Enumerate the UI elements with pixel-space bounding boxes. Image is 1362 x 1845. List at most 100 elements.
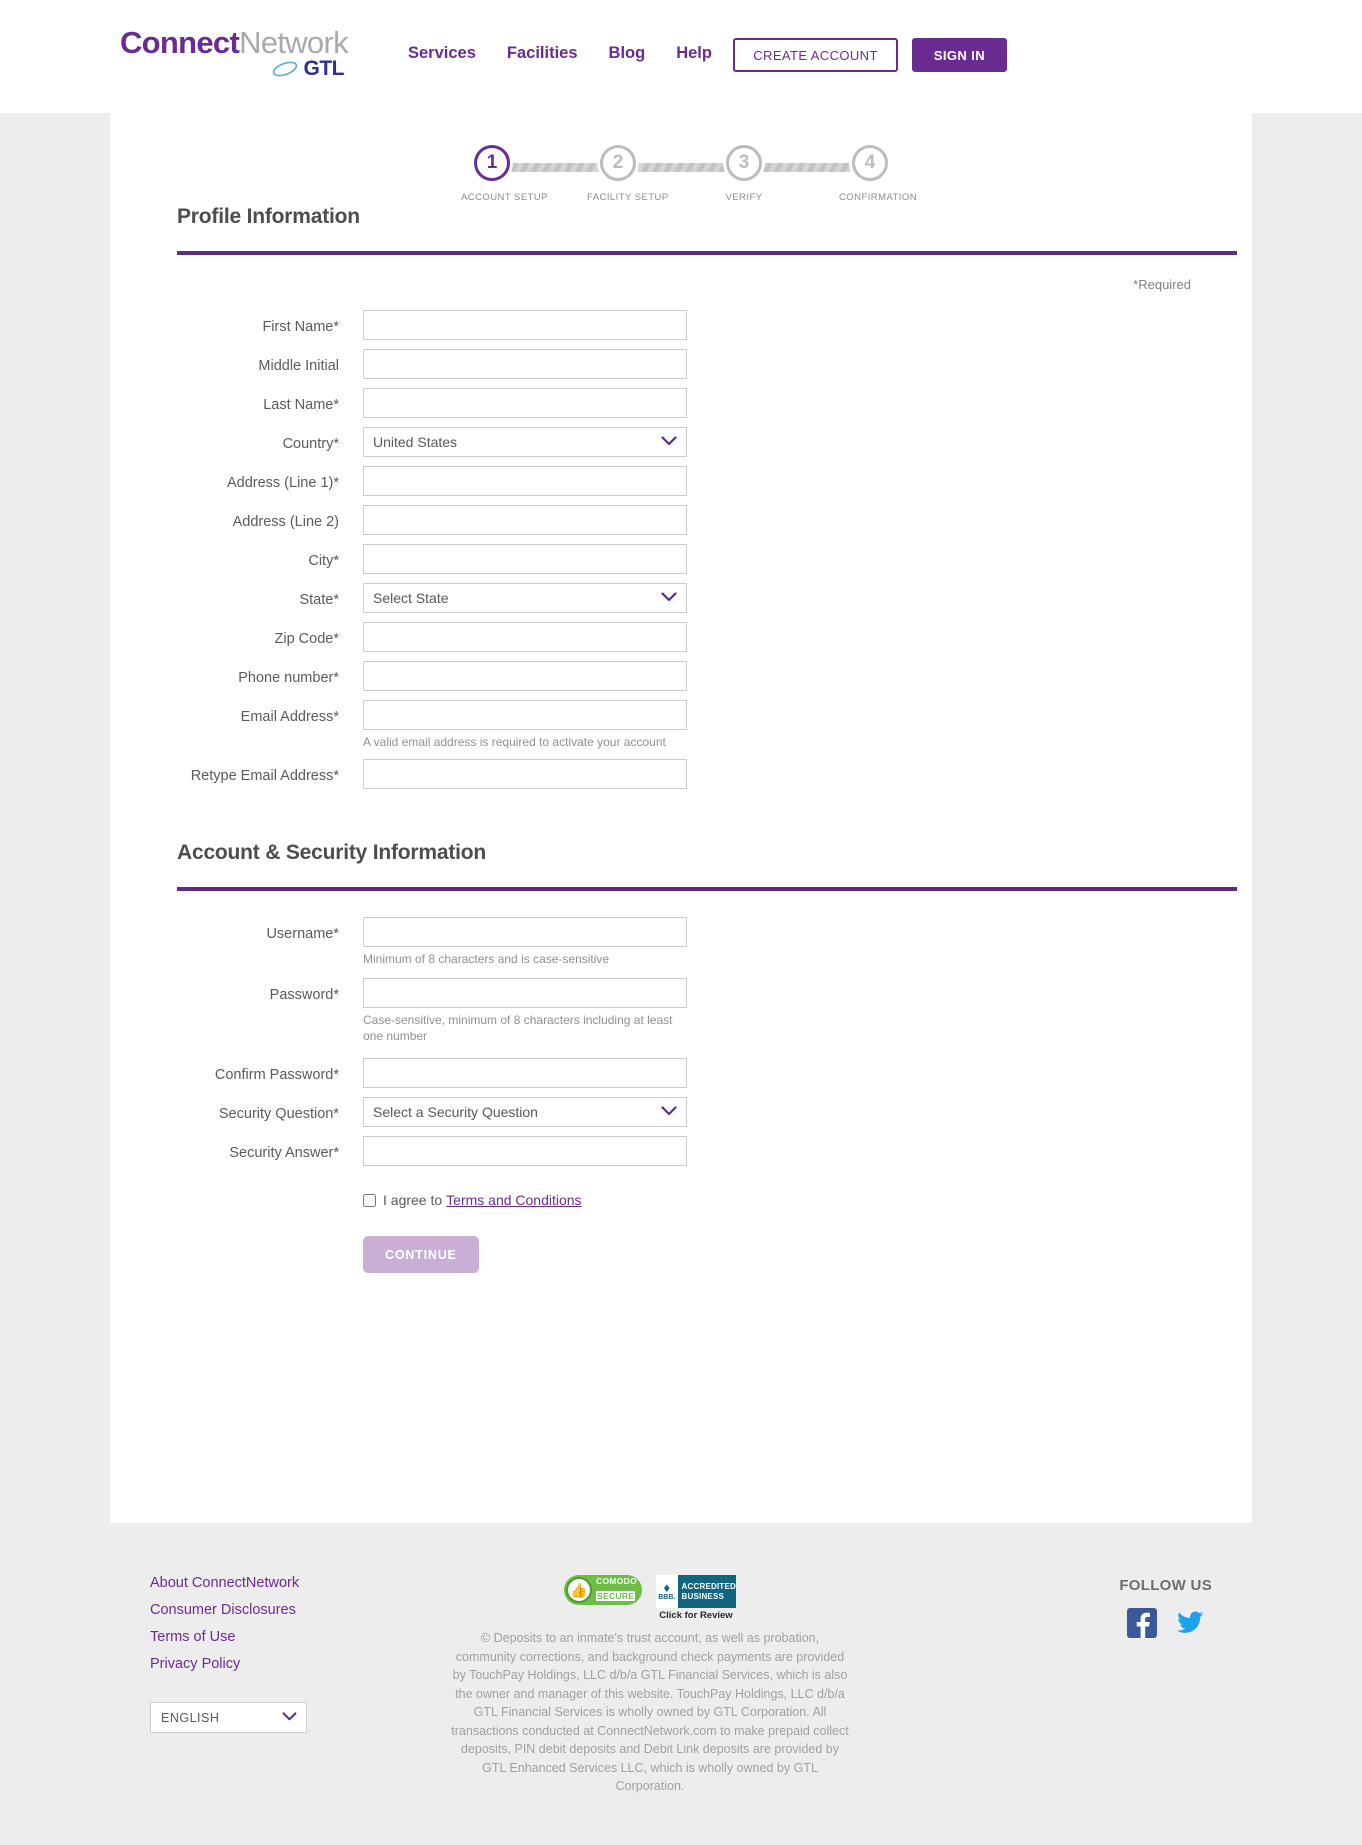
field-row-password: Password* Case-sensitive, minimum of 8 c… xyxy=(151,978,1211,1044)
twitter-icon[interactable] xyxy=(1175,1608,1205,1638)
continue-button[interactable]: CONTINUE xyxy=(363,1236,479,1273)
nav-item-blog[interactable]: Blog xyxy=(609,44,677,63)
city-input[interactable] xyxy=(363,544,687,574)
trust-badges: 👍 COMODO SECURE ♦ BBB. ACCREDITED BUSINE… xyxy=(450,1575,850,1621)
middle-initial-input[interactable] xyxy=(363,349,687,379)
gtl-logo: GTL xyxy=(120,58,350,80)
field-row-retype-email-address: Retype Email Address* xyxy=(151,759,1211,789)
security-question-select[interactable]: Select a Security Question xyxy=(363,1097,687,1127)
field-row-city: City* xyxy=(151,544,1211,574)
step-2-label: FACILITY SETUP xyxy=(587,192,669,203)
footer-disclaimer: © Deposits to an inmate's trust account,… xyxy=(451,1631,849,1793)
zip-code-input[interactable] xyxy=(363,622,687,652)
middle-initial-label: Middle Initial xyxy=(258,358,339,374)
address-line-2-label: Address (Line 2) xyxy=(232,514,339,530)
password-help-text: Case-sensitive, minimum of 8 characters … xyxy=(363,1013,673,1043)
nav-item-facilities[interactable]: Facilities xyxy=(507,44,609,63)
account-security-section: Account & Security Information Username*… xyxy=(151,841,1237,1273)
field-row-country: Country* United States xyxy=(151,427,1211,457)
facebook-icon[interactable] xyxy=(1126,1608,1157,1638)
terms-and-conditions-link[interactable]: Terms and Conditions xyxy=(446,1192,581,1208)
field-row-last-name: Last Name* xyxy=(151,388,1211,418)
field-row-email-address: Email Address* A valid email address is … xyxy=(151,700,1211,750)
step-3-label: VERIFY xyxy=(725,192,763,203)
confirm-password-input[interactable] xyxy=(363,1058,687,1088)
phone-number-input[interactable] xyxy=(363,661,687,691)
field-row-username: Username* Minimum of 8 characters and is… xyxy=(151,917,1211,967)
sign-in-button[interactable]: SIGN IN xyxy=(911,38,1007,72)
username-input[interactable] xyxy=(363,917,687,947)
nav-item-services[interactable]: Services xyxy=(408,44,507,63)
registration-card: 1 ACCOUNT SETUP 2 FACILITY SETUP 3 VERIF… xyxy=(110,113,1252,1523)
state-select[interactable]: Select State xyxy=(363,583,687,613)
field-row-confirm-password: Confirm Password* xyxy=(151,1058,1211,1088)
confirm-password-label: Confirm Password* xyxy=(214,1067,339,1083)
comodo-secure-badge[interactable]: 👍 COMODO SECURE xyxy=(564,1575,642,1605)
password-input[interactable] xyxy=(363,978,687,1008)
footer-link-terms-of-use[interactable]: Terms of Use xyxy=(150,1629,380,1645)
step-facility-setup[interactable]: 2 FACILITY SETUP xyxy=(587,145,669,203)
field-row-middle-initial: Middle Initial xyxy=(151,349,1211,379)
required-note: *Required xyxy=(1133,277,1191,292)
language-selector: ENGLISH xyxy=(150,1702,307,1733)
username-label: Username* xyxy=(266,926,339,942)
gtl-swoosh-icon xyxy=(272,61,298,77)
bbb-line-1: ACCREDITED xyxy=(681,1581,736,1591)
city-label: City* xyxy=(308,553,339,569)
retype-email-address-label: Retype Email Address* xyxy=(190,768,339,784)
email-help-text: A valid email address is required to act… xyxy=(363,735,666,749)
step-account-setup[interactable]: 1 ACCOUNT SETUP xyxy=(461,145,548,203)
first-name-label: First Name* xyxy=(262,319,339,335)
last-name-label: Last Name* xyxy=(263,397,339,413)
connectnetwork-logo[interactable]: ConnectNetwork GTL xyxy=(120,26,350,88)
terms-checkbox[interactable] xyxy=(363,1193,376,1207)
thumbs-up-icon: 👍 xyxy=(566,1577,592,1603)
last-name-input[interactable] xyxy=(363,388,687,418)
field-row-security-question: Security Question* Select a Security Que… xyxy=(151,1097,1211,1127)
logo-network-text: Network xyxy=(239,25,348,60)
address-line-2-input[interactable] xyxy=(363,505,687,535)
header-actions: CREATE ACCOUNT SIGN IN xyxy=(733,38,1007,72)
retype-email-address-input[interactable] xyxy=(363,759,687,789)
footer-link-about-connectnetwork[interactable]: About ConnectNetwork xyxy=(150,1575,380,1591)
bbb-abbreviation: BBB. xyxy=(658,1593,676,1601)
address-line-1-input[interactable] xyxy=(363,466,687,496)
profile-section-title: Profile Information xyxy=(177,205,360,228)
comodo-line-1: COMODO xyxy=(596,1576,637,1586)
follow-us-title: FOLLOW US xyxy=(1119,1577,1212,1594)
field-row-address-line-1: Address (Line 1)* xyxy=(151,466,1211,496)
footer-link-privacy-policy[interactable]: Privacy Policy xyxy=(150,1656,380,1672)
email-address-label: Email Address* xyxy=(240,709,339,725)
follow-us-block: FOLLOW US xyxy=(1119,1575,1212,1796)
language-select[interactable]: ENGLISH xyxy=(150,1702,307,1733)
security-answer-input[interactable] xyxy=(363,1136,687,1166)
logo-connect-text: Connect xyxy=(120,25,240,60)
logo-wordmark: ConnectNetwork xyxy=(120,26,350,60)
step-verify[interactable]: 3 VERIFY xyxy=(713,145,775,203)
step-2-circle: 2 xyxy=(600,145,636,181)
bbb-click-for-review-link[interactable]: Click for Review xyxy=(656,1610,736,1621)
email-address-input[interactable] xyxy=(363,700,687,730)
field-row-phone-number: Phone number* xyxy=(151,661,1211,691)
footer-link-consumer-disclosures[interactable]: Consumer Disclosures xyxy=(150,1602,380,1618)
bbb-accredited-badge[interactable]: ♦ BBB. ACCREDITED BUSINESS Click for Rev… xyxy=(656,1575,736,1621)
create-account-button[interactable]: CREATE ACCOUNT xyxy=(733,38,898,72)
bbb-torch-icon: ♦ BBB. xyxy=(656,1575,678,1608)
step-4-label: CONFIRMATION xyxy=(839,192,918,203)
first-name-input[interactable] xyxy=(363,310,687,340)
country-select[interactable]: United States xyxy=(363,427,687,457)
step-confirmation[interactable]: 4 CONFIRMATION xyxy=(839,145,918,203)
site-header: ConnectNetwork GTL Services Facilities B… xyxy=(0,0,1362,113)
bbb-line-2: BUSINESS xyxy=(681,1591,725,1601)
terms-prefix-text: I agree to xyxy=(383,1192,443,1208)
address-line-1-label: Address (Line 1)* xyxy=(226,475,339,491)
phone-number-label: Phone number* xyxy=(238,670,339,686)
password-label: Password* xyxy=(269,987,339,1003)
security-section-title: Account & Security Information xyxy=(177,841,487,864)
progress-stepper: 1 ACCOUNT SETUP 2 FACILITY SETUP 3 VERIF… xyxy=(461,113,918,205)
footer-links: About ConnectNetwork Consumer Disclosure… xyxy=(150,1575,380,1796)
comodo-line-2: SECURE xyxy=(596,1591,636,1601)
security-form: Username* Minimum of 8 characters and is… xyxy=(151,891,1211,1273)
step-3-circle: 3 xyxy=(726,145,762,181)
field-row-state: State* Select State xyxy=(151,583,1211,613)
